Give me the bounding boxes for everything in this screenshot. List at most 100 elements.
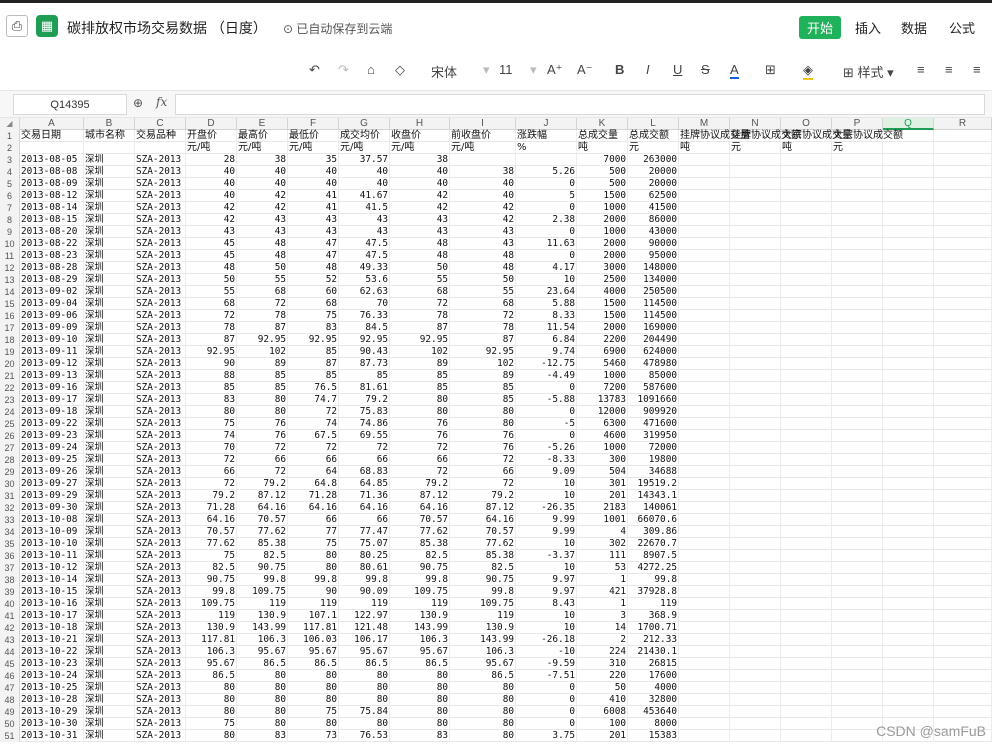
cell[interactable]: SZA-2013: [135, 514, 186, 526]
cell[interactable]: [883, 610, 934, 622]
cell[interactable]: 元/吨: [450, 142, 516, 154]
cell[interactable]: 90: [186, 358, 237, 370]
cell[interactable]: 122.97: [339, 610, 390, 622]
cell[interactable]: [934, 358, 992, 370]
cell[interactable]: 69.55: [339, 430, 390, 442]
cell[interactable]: 涨跌幅: [516, 130, 577, 142]
cell[interactable]: 109.75: [237, 586, 288, 598]
strikethrough-icon[interactable]: S: [701, 62, 710, 77]
cell[interactable]: [832, 154, 883, 166]
cell[interactable]: 吨: [577, 142, 628, 154]
cell[interactable]: 75: [288, 538, 339, 550]
cell[interactable]: 64.16: [237, 502, 288, 514]
cell[interactable]: 最高价: [237, 130, 288, 142]
cell[interactable]: 2013-09-12: [20, 358, 84, 370]
cell[interactable]: 43000: [628, 226, 679, 238]
cell[interactable]: [730, 370, 781, 382]
cell[interactable]: 深圳: [84, 658, 135, 670]
cell[interactable]: 2013-09-23: [20, 430, 84, 442]
font-family-chevron-icon[interactable]: ▾: [483, 62, 490, 78]
cell[interactable]: 2000: [577, 214, 628, 226]
cell[interactable]: 119: [186, 610, 237, 622]
cell[interactable]: 121.48: [339, 622, 390, 634]
cell[interactable]: 75: [186, 718, 237, 730]
cell[interactable]: 2013-10-17: [20, 610, 84, 622]
cell[interactable]: 0: [516, 706, 577, 718]
cell[interactable]: 220: [577, 670, 628, 682]
row-number[interactable]: 26: [0, 430, 20, 442]
cell[interactable]: 85: [450, 382, 516, 394]
cell[interactable]: [883, 190, 934, 202]
cell[interactable]: 85: [390, 382, 450, 394]
cell[interactable]: [730, 178, 781, 190]
cell[interactable]: 48: [288, 262, 339, 274]
cell[interactable]: 92.95: [288, 334, 339, 346]
cell[interactable]: [781, 286, 832, 298]
cell[interactable]: 深圳: [84, 634, 135, 646]
cell[interactable]: 1001: [577, 514, 628, 526]
cell[interactable]: SZA-2013: [135, 562, 186, 574]
row-number[interactable]: 47: [0, 682, 20, 694]
cell[interactable]: 42: [390, 190, 450, 202]
cell[interactable]: 0: [516, 202, 577, 214]
cell[interactable]: 10: [516, 610, 577, 622]
cell[interactable]: 87.73: [339, 358, 390, 370]
cell[interactable]: 1700.71: [628, 622, 679, 634]
cell[interactable]: 76: [390, 430, 450, 442]
cell[interactable]: 19800: [628, 454, 679, 466]
cell[interactable]: 42: [450, 202, 516, 214]
cell[interactable]: 2013-10-10: [20, 538, 84, 550]
cell[interactable]: 34688: [628, 466, 679, 478]
cell[interactable]: 85000: [628, 370, 679, 382]
cell[interactable]: 45: [186, 250, 237, 262]
cell[interactable]: -5.88: [516, 394, 577, 406]
cell[interactable]: 2000: [577, 238, 628, 250]
cell[interactable]: 深圳: [84, 574, 135, 586]
cell[interactable]: 80: [339, 670, 390, 682]
cell[interactable]: 80: [237, 670, 288, 682]
cell[interactable]: [781, 322, 832, 334]
cell[interactable]: 92.95: [237, 334, 288, 346]
cell[interactable]: 深圳: [84, 214, 135, 226]
cell[interactable]: 2013-08-09: [20, 178, 84, 190]
row-number[interactable]: 10: [0, 238, 20, 250]
cell[interactable]: 319950: [628, 430, 679, 442]
cell[interactable]: 2013-09-25: [20, 454, 84, 466]
cell[interactable]: [679, 514, 730, 526]
row-number[interactable]: 12: [0, 262, 20, 274]
cell[interactable]: 66: [237, 454, 288, 466]
cell[interactable]: 72000: [628, 442, 679, 454]
cell[interactable]: 99.8: [450, 586, 516, 598]
cell[interactable]: 38: [390, 154, 450, 166]
cell[interactable]: 80: [237, 694, 288, 706]
cell[interactable]: 76: [237, 430, 288, 442]
cell[interactable]: [934, 154, 992, 166]
cell[interactable]: 86.5: [450, 670, 516, 682]
cell[interactable]: 40: [186, 190, 237, 202]
cell[interactable]: [679, 538, 730, 550]
cell[interactable]: 119: [237, 598, 288, 610]
cell[interactable]: 0: [516, 178, 577, 190]
cell[interactable]: [730, 418, 781, 430]
cell[interactable]: [781, 694, 832, 706]
cell[interactable]: [679, 382, 730, 394]
column-header-h[interactable]: H: [390, 118, 450, 130]
cell[interactable]: 72: [186, 310, 237, 322]
cell[interactable]: [730, 406, 781, 418]
cell[interactable]: 80: [186, 706, 237, 718]
cell[interactable]: [679, 418, 730, 430]
cell[interactable]: 99.8: [628, 574, 679, 586]
cell[interactable]: 2013-09-30: [20, 502, 84, 514]
cell[interactable]: 64.85: [339, 478, 390, 490]
cell[interactable]: 深圳: [84, 406, 135, 418]
cell[interactable]: 20000: [628, 178, 679, 190]
cell[interactable]: [781, 490, 832, 502]
cell[interactable]: [832, 370, 883, 382]
cell[interactable]: 80: [237, 706, 288, 718]
cell[interactable]: 71.36: [339, 490, 390, 502]
cell[interactable]: [679, 238, 730, 250]
row-number[interactable]: 41: [0, 610, 20, 622]
cell[interactable]: [781, 430, 832, 442]
cell[interactable]: [934, 442, 992, 454]
cell[interactable]: [832, 214, 883, 226]
